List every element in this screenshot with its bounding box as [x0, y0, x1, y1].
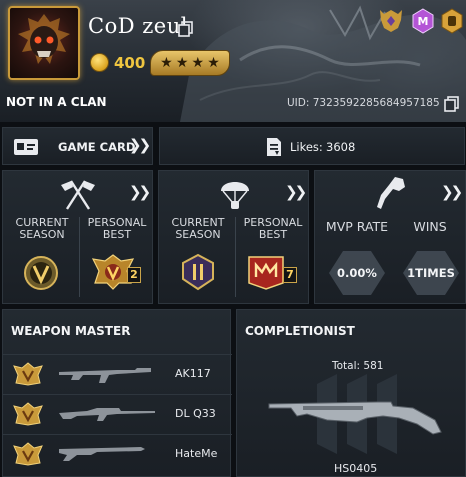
column-divider: [79, 217, 80, 297]
mp-rank-panel[interactable]: ❯❯ CURRENT SEASON PERSONAL BEST 2: [2, 170, 153, 304]
mythic-badge-icon[interactable]: M: [410, 8, 436, 34]
game-card-label: GAME CARD: [58, 140, 136, 154]
mvp-rate-label: MVP RATE: [325, 219, 389, 234]
player-uid: UID: 7323592285684957185: [287, 97, 440, 109]
likes-label: Likes:: [290, 140, 323, 154]
weapon-name: DL Q33: [175, 407, 216, 420]
star-icon: ★: [191, 55, 205, 71]
mvp-rate-value: 0.00%: [329, 251, 385, 295]
double-chevron-right-icon[interactable]: ❯❯: [441, 183, 463, 201]
completionist-title: COMPLETIONIST: [245, 324, 355, 338]
parachute-icon: [221, 182, 249, 209]
coin-icon: [90, 53, 109, 72]
best-rank-tier-badge: 7: [283, 267, 297, 283]
weapon-mastery-medal-icon: [13, 362, 43, 386]
personal-best-label: PERSONAL BEST: [87, 216, 147, 241]
current-season-label: CURRENT SEASON: [171, 216, 225, 241]
season-badge-icon[interactable]: [439, 8, 465, 34]
likes-bar[interactable]: Likes: 3608: [159, 127, 465, 165]
personal-best-label: PERSONAL BEST: [243, 216, 303, 241]
copy-uid-icon[interactable]: [444, 96, 460, 112]
completionist-weapon-name: HS0405: [334, 462, 378, 475]
copy-name-icon[interactable]: [178, 21, 194, 37]
completionist-panel[interactable]: COMPLETIONIST Total: 581 HS0405: [236, 309, 466, 477]
id-card-icon: [14, 139, 38, 155]
username: CoD zeul: [88, 14, 188, 38]
hs0405-shotgun-icon: [268, 401, 442, 435]
current-season-label: CURRENT SEASON: [15, 216, 69, 241]
weapon-mastery-medal-icon: [13, 402, 43, 426]
weapon-row[interactable]: HateMe: [3, 434, 232, 472]
skull-avatar-icon: [18, 14, 70, 64]
master-rank-icon: [248, 256, 284, 290]
hateme-shotgun-icon: [59, 447, 145, 461]
clan-status: NOT IN A CLAN: [6, 95, 107, 109]
star-icon: ★: [207, 55, 220, 71]
completionist-total: Total: 581: [332, 360, 384, 372]
br-rank-panel[interactable]: ❯❯ CURRENT SEASON PERSONAL BEST 7: [158, 170, 309, 304]
game-card-button[interactable]: GAME CARD ❯❯: [2, 127, 153, 165]
rank-emblem-icon[interactable]: [378, 8, 404, 34]
combat-record-panel[interactable]: ❯❯ MVP RATE WINS 0.00% 1TIMES: [314, 170, 466, 304]
weapon-name: HateMe: [175, 447, 218, 460]
player-avatar[interactable]: [8, 6, 80, 80]
prestige-stars-badge: ★ ★ ★ ★: [150, 50, 230, 76]
elite-rank-icon: [182, 253, 214, 291]
column-divider: [235, 217, 236, 297]
profile-header: CoD zeul 400 ★ ★ ★ ★ NOT IN A CLAN UID: …: [0, 0, 466, 122]
weapon-name: AK117: [175, 367, 211, 380]
weapon-row[interactable]: DL Q33: [3, 394, 232, 432]
double-chevron-right-icon[interactable]: ❯❯: [129, 183, 151, 201]
weapon-master-panel: WEAPON MASTER AK117 DL Q33 HateMe: [2, 309, 232, 477]
veteran-rank-icon: [24, 256, 58, 290]
wins-label: WINS: [413, 219, 447, 234]
star-icon: ★: [175, 55, 189, 71]
ak117-rifle-icon: [59, 368, 151, 383]
coin-count: 400: [114, 54, 146, 72]
star-icon: ★: [160, 55, 173, 71]
svg-text:M: M: [418, 15, 429, 28]
best-rank-tier-badge: 2: [127, 267, 141, 283]
weapon-master-title: WEAPON MASTER: [11, 324, 131, 338]
weapon-row[interactable]: AK117: [3, 354, 232, 392]
weapon-mastery-medal-icon: [13, 442, 43, 466]
likes-document-icon: [267, 138, 281, 156]
likes-count: 3608: [326, 140, 356, 154]
raised-fist-icon: [377, 177, 405, 209]
double-chevron-right-icon[interactable]: ❯❯: [285, 183, 307, 201]
wins-value: 1TIMES: [403, 251, 459, 295]
crossed-flags-icon: [61, 180, 95, 210]
double-chevron-right-icon[interactable]: ❯❯: [129, 136, 151, 154]
dl-q33-sniper-icon: [59, 408, 155, 421]
